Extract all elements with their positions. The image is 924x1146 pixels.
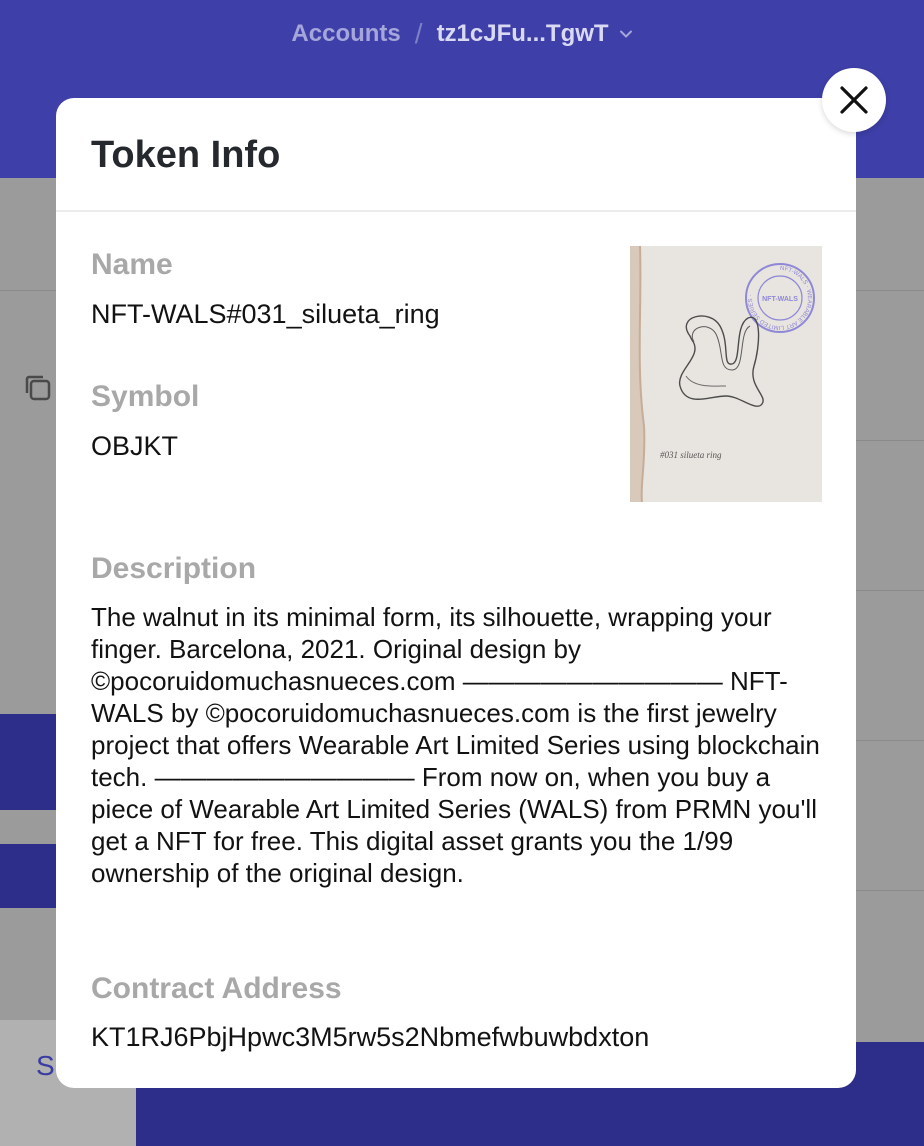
breadcrumb-separator: / <box>414 18 423 49</box>
background-divider <box>856 740 924 741</box>
token-thumbnail: NFT-WALS · WEARABLE ART LIMITED SERIES ·… <box>630 246 822 502</box>
breadcrumb-account[interactable]: tz1cJFu...TgwT <box>437 20 609 48</box>
close-icon <box>840 86 868 114</box>
background-button <box>0 844 56 908</box>
name-value: NFT-WALS#031_silueta_ring <box>91 299 440 329</box>
chevron-down-icon[interactable] <box>619 27 633 41</box>
breadcrumb: Accounts / tz1cJFu...TgwT <box>0 18 924 50</box>
background-button-label: S <box>36 1050 55 1081</box>
background-button <box>0 714 56 810</box>
close-button[interactable] <box>822 68 886 132</box>
contract-address-label: Contract Address <box>91 972 342 1005</box>
description-label: Description <box>91 552 257 585</box>
symbol-label: Symbol <box>91 380 200 413</box>
thumbnail-caption: #031 silueta ring <box>660 450 722 460</box>
modal-header: Token Info <box>56 98 856 212</box>
description-value: The walnut in its minimal form, its silh… <box>91 602 820 888</box>
contract-address-value: KT1RJ6PbjHpwc3M5rw5s2Nbmefwbuwbdxton <box>91 1022 650 1052</box>
background-divider <box>856 890 924 891</box>
stamp-center-text: NFT-WALS <box>762 296 798 303</box>
name-label: Name <box>91 248 173 281</box>
symbol-value: OBJKT <box>91 431 179 461</box>
background-divider <box>856 590 924 591</box>
modal-title: Token Info <box>91 134 281 176</box>
copy-icon[interactable] <box>22 372 54 404</box>
breadcrumb-accounts[interactable]: Accounts <box>291 20 400 48</box>
background-divider <box>856 440 924 441</box>
token-info-modal: Token Info Name NFT-WALS#031_silueta_rin… <box>56 98 856 1088</box>
